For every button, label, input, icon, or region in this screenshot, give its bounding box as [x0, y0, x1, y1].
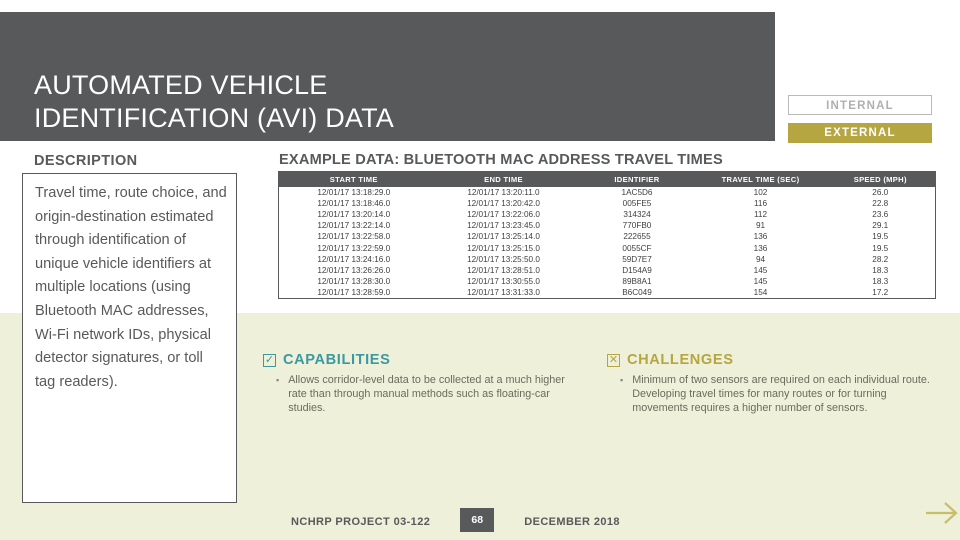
table-row: 12/01/17 13:18:46.0 12/01/17 13:20:42.0 … [279, 198, 936, 209]
cell-start-time: 12/01/17 13:22:14.0 [317, 221, 391, 231]
cell-end-time: 12/01/17 13:20:42.0 [467, 199, 540, 209]
cell-end-time: 12/01/17 13:20:11.0 [467, 188, 540, 198]
description-box: Travel time, route choice, and origin-de… [22, 173, 237, 503]
page-title: AUTOMATED VEHICLE IDENTIFICATION (AVI) D… [34, 69, 754, 135]
table-row: 12/01/17 13:22:58.0 12/01/17 13:25:14.0 … [279, 231, 936, 242]
column-header-start-time: START TIME [278, 171, 429, 187]
capabilities-section: ✓ CAPABILITIES ▪ Allows corridor-level d… [263, 352, 583, 415]
cell-start-time: 12/01/17 13:18:29.0 [317, 188, 391, 198]
table-row: 12/01/17 13:22:14.0 12/01/17 13:23:45.0 … [279, 220, 936, 231]
cell-identifier: D154A9 [622, 265, 652, 275]
cell-speed: 18.3 [872, 265, 889, 275]
cell-speed: 18.3 [872, 276, 889, 286]
cell-end-time: 12/01/17 13:22:06.0 [467, 210, 540, 220]
footer-project-label: NCHRP PROJECT 03-122 [291, 516, 431, 528]
column-header-identifier: IDENTIFIER [578, 171, 696, 187]
page-title-line-2: IDENTIFICATION (AVI) DATA [34, 103, 394, 133]
cell-speed: 19.5 [872, 232, 889, 242]
table-row: 12/01/17 13:20:14.0 12/01/17 13:22:06.0 … [279, 209, 936, 220]
cell-speed: 28.2 [872, 254, 889, 264]
cell-end-time: 12/01/17 13:25:50.0 [467, 254, 540, 264]
arrow-right-icon[interactable] [925, 498, 959, 533]
cell-identifier: 89B8A1 [622, 276, 652, 286]
page-number-badge: 68 [460, 508, 495, 532]
cell-start-time: 12/01/17 13:24:16.0 [317, 254, 391, 264]
cell-start-time: 12/01/17 13:26:26.0 [317, 265, 391, 275]
table-row: 12/01/17 13:22:59.0 12/01/17 13:25:15.0 … [279, 242, 936, 253]
table-row: 12/01/17 13:18:29.0 12/01/17 13:20:11.0 … [279, 187, 936, 198]
cell-start-time: 12/01/17 13:28:59.0 [317, 287, 391, 297]
list-item: ▪ Allows corridor-level data to be colle… [263, 373, 583, 415]
cell-start-time: 12/01/17 13:28:30.0 [317, 276, 391, 286]
bullet-marker: ▪ [620, 375, 624, 385]
cell-travel-time: 91 [755, 221, 766, 231]
x-box-icon: ✕ [607, 353, 620, 367]
cell-travel-time: 116 [753, 199, 768, 209]
cell-travel-time: 154 [753, 287, 768, 297]
cell-identifier: B6C049 [622, 287, 652, 297]
challenges-bullet-text: Minimum of two sensors are required on e… [632, 374, 930, 415]
cell-travel-time: 112 [753, 210, 768, 220]
cell-start-time: 12/01/17 13:18:46.0 [317, 199, 391, 209]
slide-title-bar: AUTOMATED VEHICLE IDENTIFICATION (AVI) D… [0, 12, 775, 141]
example-data-heading: EXAMPLE DATA: BLUETOOTH MAC ADDRESS TRAV… [279, 152, 723, 168]
example-data-table: START TIME END TIME IDENTIFIER TRAVEL TI… [278, 171, 936, 299]
challenges-title: CHALLENGES [627, 352, 734, 368]
cell-end-time: 12/01/17 13:25:14.0 [467, 232, 540, 242]
cell-identifier: 005FE5 [622, 199, 652, 209]
cell-travel-time: 102 [753, 188, 768, 198]
table-row: 12/01/17 13:26:26.0 12/01/17 13:28:51.0 … [279, 265, 936, 276]
cell-speed: 29.1 [872, 221, 889, 231]
column-header-travel-time: TRAVEL TIME (SEC) [695, 171, 826, 187]
cell-speed: 17.2 [872, 287, 889, 297]
cell-travel-time: 136 [753, 243, 768, 253]
cell-speed: 22.8 [872, 199, 889, 209]
cell-travel-time: 145 [753, 265, 768, 275]
table-header-row: START TIME END TIME IDENTIFIER TRAVEL TI… [278, 171, 936, 187]
cell-speed: 23.6 [872, 210, 889, 220]
table-body: 12/01/17 13:18:29.0 12/01/17 13:20:11.0 … [279, 187, 936, 298]
capabilities-header: ✓ CAPABILITIES [263, 352, 583, 368]
capabilities-title: CAPABILITIES [283, 352, 391, 368]
cell-start-time: 12/01/17 13:20:14.0 [317, 210, 391, 220]
table-row: 12/01/17 13:28:59.0 12/01/17 13:31:33.0 … [279, 287, 936, 299]
challenges-header: ✕ CHALLENGES [607, 352, 937, 368]
list-item: ▪ Minimum of two sensors are required on… [607, 373, 937, 415]
cell-speed: 19.5 [872, 243, 889, 253]
description-text: Travel time, route choice, and origin-de… [35, 185, 227, 390]
bullet-marker: ▪ [276, 375, 280, 385]
cell-identifier: 1AC5D6 [621, 188, 653, 198]
table-row: 12/01/17 13:24:16.0 12/01/17 13:25:50.0 … [279, 254, 936, 265]
description-heading: DESCRIPTION [34, 153, 138, 169]
challenges-section: ✕ CHALLENGES ▪ Minimum of two sensors ar… [607, 352, 937, 415]
column-header-speed: SPEED (MPH) [825, 171, 936, 187]
footer: NCHRP PROJECT 03-122 68 DECEMBER 2018 [291, 508, 620, 532]
cell-travel-time: 94 [755, 254, 766, 264]
cell-identifier: 314324 [623, 210, 651, 220]
cell-identifier: 222655 [623, 232, 651, 242]
cell-end-time: 12/01/17 13:23:45.0 [467, 221, 540, 231]
cell-travel-time: 136 [753, 232, 768, 242]
capabilities-bullet-text: Allows corridor-level data to be collect… [288, 374, 565, 415]
cell-end-time: 12/01/17 13:25:15.0 [467, 243, 540, 253]
cell-end-time: 12/01/17 13:28:51.0 [467, 265, 540, 275]
cell-start-time: 12/01/17 13:22:58.0 [317, 232, 391, 242]
badge-external[interactable]: EXTERNAL [788, 123, 932, 143]
cell-identifier: 59D7E7 [622, 254, 652, 264]
column-header-end-time: END TIME [428, 171, 579, 187]
table-row: 12/01/17 13:28:30.0 12/01/17 13:30:55.0 … [279, 276, 936, 287]
page-title-line-1: AUTOMATED VEHICLE [34, 70, 328, 100]
cell-identifier: 0055CF [622, 243, 652, 253]
cell-speed: 26.0 [872, 188, 889, 198]
cell-travel-time: 145 [753, 276, 768, 286]
badge-internal[interactable]: INTERNAL [788, 95, 932, 115]
checked-box-icon: ✓ [263, 353, 276, 367]
footer-date-label: DECEMBER 2018 [524, 516, 620, 528]
cell-start-time: 12/01/17 13:22:59.0 [317, 243, 391, 253]
cell-identifier: 770FB0 [622, 221, 652, 231]
cell-end-time: 12/01/17 13:31:33.0 [467, 287, 540, 297]
cell-end-time: 12/01/17 13:30:55.0 [467, 276, 540, 286]
